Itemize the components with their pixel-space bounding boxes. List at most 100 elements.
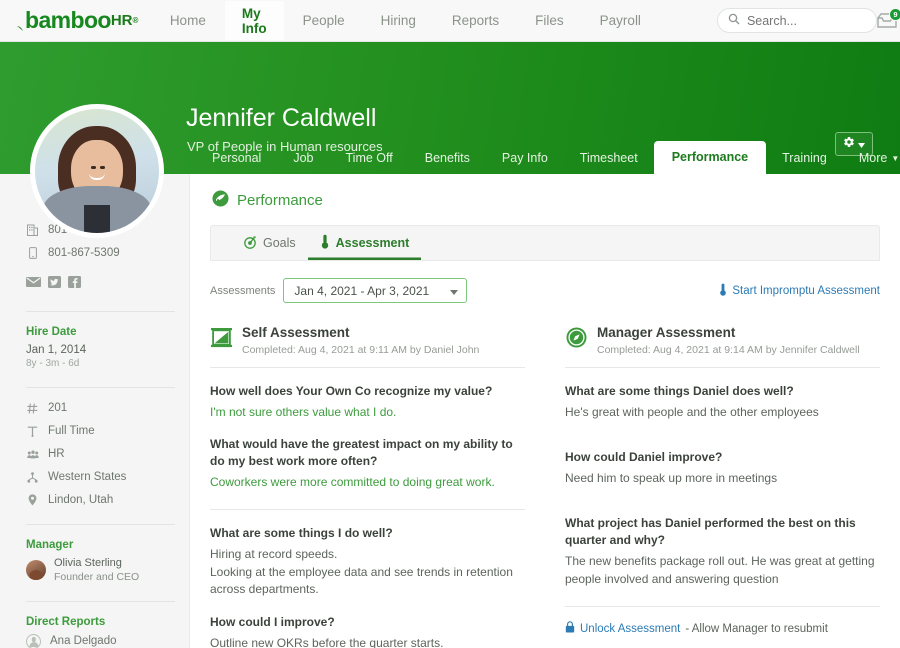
qa-block: What are some things I do well? Hiring a…	[210, 510, 525, 598]
nav-item-payroll[interactable]: Payroll	[582, 0, 659, 41]
performance-medal-icon	[212, 190, 229, 211]
logo-registered-mark: ®	[132, 16, 139, 25]
logo-brand-text: bamboo	[25, 7, 111, 33]
tab-assessment[interactable]: Assessment	[308, 226, 422, 260]
tab-time-off[interactable]: Time Off	[330, 143, 409, 174]
employee-sidebar: 801-724-6600 801-867-5309	[0, 174, 190, 648]
photo-smile	[89, 173, 105, 181]
search-input[interactable]	[746, 13, 866, 28]
qa-block: What are some things Daniel does well? H…	[565, 368, 880, 421]
performance-tab-bar: Goals Assessment	[210, 225, 880, 261]
tab-label: Pay Info	[501, 151, 548, 165]
sidebar-employment-type: Full Time	[26, 425, 175, 437]
twitter-icon[interactable]	[48, 275, 61, 293]
self-assessment-meta: Completed: Aug 4, 2021 at 9:11 AM by Dan…	[242, 343, 480, 356]
question-text: How could I improve?	[210, 614, 335, 629]
assessment-period-select[interactable]: Jan 4, 2021 - Apr 3, 2021	[283, 278, 468, 303]
start-impromptu-assessment-link[interactable]: Start Impromptu Assessment	[719, 283, 880, 299]
facebook-icon[interactable]	[68, 275, 81, 293]
sidebar-mobile-phone: 801-867-5309	[26, 247, 175, 259]
tab-label: Timesheet	[579, 151, 638, 165]
qa-block: How could I improve? Outline new OKRs be…	[210, 599, 525, 648]
person-avatar-icon	[26, 633, 41, 648]
question-text: What are some things Daniel does well?	[565, 383, 794, 398]
tab-job[interactable]: Job	[277, 143, 329, 174]
office-phone-icon	[26, 224, 39, 236]
list-item[interactable]: Ana Delgado	[26, 633, 175, 648]
tab-timesheet[interactable]: Timesheet	[564, 143, 654, 174]
tab-training[interactable]: Training	[766, 143, 843, 174]
sidebar-divider	[26, 387, 175, 388]
sidebar-social-links	[26, 275, 175, 293]
qa-block: What project has Daniel performed the be…	[565, 487, 880, 588]
sidebar-department: HR	[26, 448, 175, 460]
email-icon[interactable]	[26, 275, 41, 293]
impromptu-link-label: Start Impromptu Assessment	[732, 284, 880, 297]
tab-goals[interactable]: Goals	[231, 226, 308, 260]
tab-label: Training	[782, 151, 827, 165]
tab-benefits[interactable]: Benefits	[409, 143, 486, 174]
nav-item-files[interactable]: Files	[517, 0, 582, 41]
manager-assessment-icon	[565, 326, 587, 348]
primary-nav-items: Home My Info People Hiring Reports Files…	[152, 0, 659, 41]
sidebar-location: Lindon, Utah	[26, 494, 175, 506]
photo-shirt	[84, 205, 110, 233]
answer-text: He's great with people and the other emp…	[565, 404, 819, 419]
manager-avatar	[26, 559, 46, 580]
qa-block: What would have the greatest impact on m…	[210, 421, 525, 491]
question-text: How well does Your Own Co recognize my v…	[210, 383, 493, 398]
bamboohr-logo[interactable]: bamboo HR ®	[0, 0, 152, 41]
sidebar-divider	[26, 311, 175, 312]
self-assessment-header: Self Assessment Completed: Aug 4, 2021 a…	[210, 325, 525, 356]
logo-suffix-text: HR	[110, 12, 133, 29]
nav-item-people[interactable]: People	[285, 0, 363, 41]
location-pin-icon	[26, 494, 39, 506]
nav-label: Files	[535, 13, 564, 28]
sidebar-direct-reports-block: Direct Reports Ana Delgado Angela Gossli…	[26, 616, 175, 648]
employee-profile-photo[interactable]	[30, 104, 164, 238]
nav-item-home[interactable]: Home	[152, 0, 224, 41]
nav-label: Hiring	[380, 13, 416, 28]
tab-label: Assessment	[335, 236, 410, 250]
sidebar-hire-date-block: Hire Date Jan 1, 2014 8y - 3m - 6d	[26, 326, 175, 369]
question-text: What would have the greatest impact on m…	[210, 436, 513, 468]
tab-performance[interactable]: Performance	[653, 141, 767, 174]
manager-item[interactable]: Olivia Sterling Founder and CEO	[26, 557, 175, 583]
manager-assessment-title: Manager Assessment	[597, 325, 736, 340]
hire-date-label: Hire Date	[26, 326, 77, 338]
manager-name: Olivia Sterling	[54, 557, 122, 569]
employee-name: Jennifer Caldwell	[186, 104, 377, 132]
hire-date-value: Jan 1, 2014	[26, 344, 87, 356]
unlock-assessment-link[interactable]: Unlock Assessment	[580, 623, 680, 635]
nav-label: Home	[169, 13, 206, 28]
qa-block: How well does Your Own Co recognize my v…	[210, 368, 525, 421]
nav-item-my-info[interactable]: My Info	[223, 0, 285, 41]
unlock-assessment-row: Unlock Assessment - Allow Manager to res…	[565, 621, 880, 636]
inbox-icon[interactable]: 9	[877, 7, 900, 29]
sidebar-division: Western States	[26, 471, 175, 483]
top-navigation-bar: bamboo HR ® Home My Info People Hiring Rep…	[0, 0, 900, 42]
nav-label: Reports	[451, 13, 500, 28]
nav-item-hiring[interactable]: Hiring	[363, 0, 434, 41]
tab-label: Goals	[263, 236, 296, 250]
search-box[interactable]	[716, 8, 877, 33]
assessment-controls-row: Assessments Jan 4, 2021 - Apr 3, 2021 St…	[210, 278, 880, 303]
employee-header: Jennifer Caldwell VP of People in Human …	[0, 42, 900, 238]
nav-item-reports[interactable]: Reports	[434, 0, 517, 41]
mobile-phone-value: 801-867-5309	[48, 247, 120, 259]
manager-role: Founder and CEO	[54, 570, 140, 583]
photo-eye-right	[99, 166, 105, 169]
self-assessment-icon	[210, 326, 232, 348]
sidebar-employee-number: 201	[26, 402, 175, 414]
goals-target-icon	[243, 235, 257, 252]
answer-text: Need him to speak up more in meetings	[565, 470, 778, 485]
photo-eye-left	[90, 166, 96, 169]
page-body: 801-724-6600 801-867-5309	[0, 174, 900, 648]
tab-label: Benefits	[424, 151, 470, 165]
manager-assessment-header: Manager Assessment Completed: Aug 4, 202…	[565, 325, 880, 356]
tab-pay-info[interactable]: Pay Info	[486, 143, 564, 174]
manager-label: Manager	[26, 539, 74, 551]
assessment-columns: Self Assessment Completed: Aug 4, 2021 a…	[210, 325, 880, 648]
tab-more[interactable]: More ▼	[843, 143, 900, 174]
tab-personal[interactable]: Personal	[196, 143, 277, 174]
